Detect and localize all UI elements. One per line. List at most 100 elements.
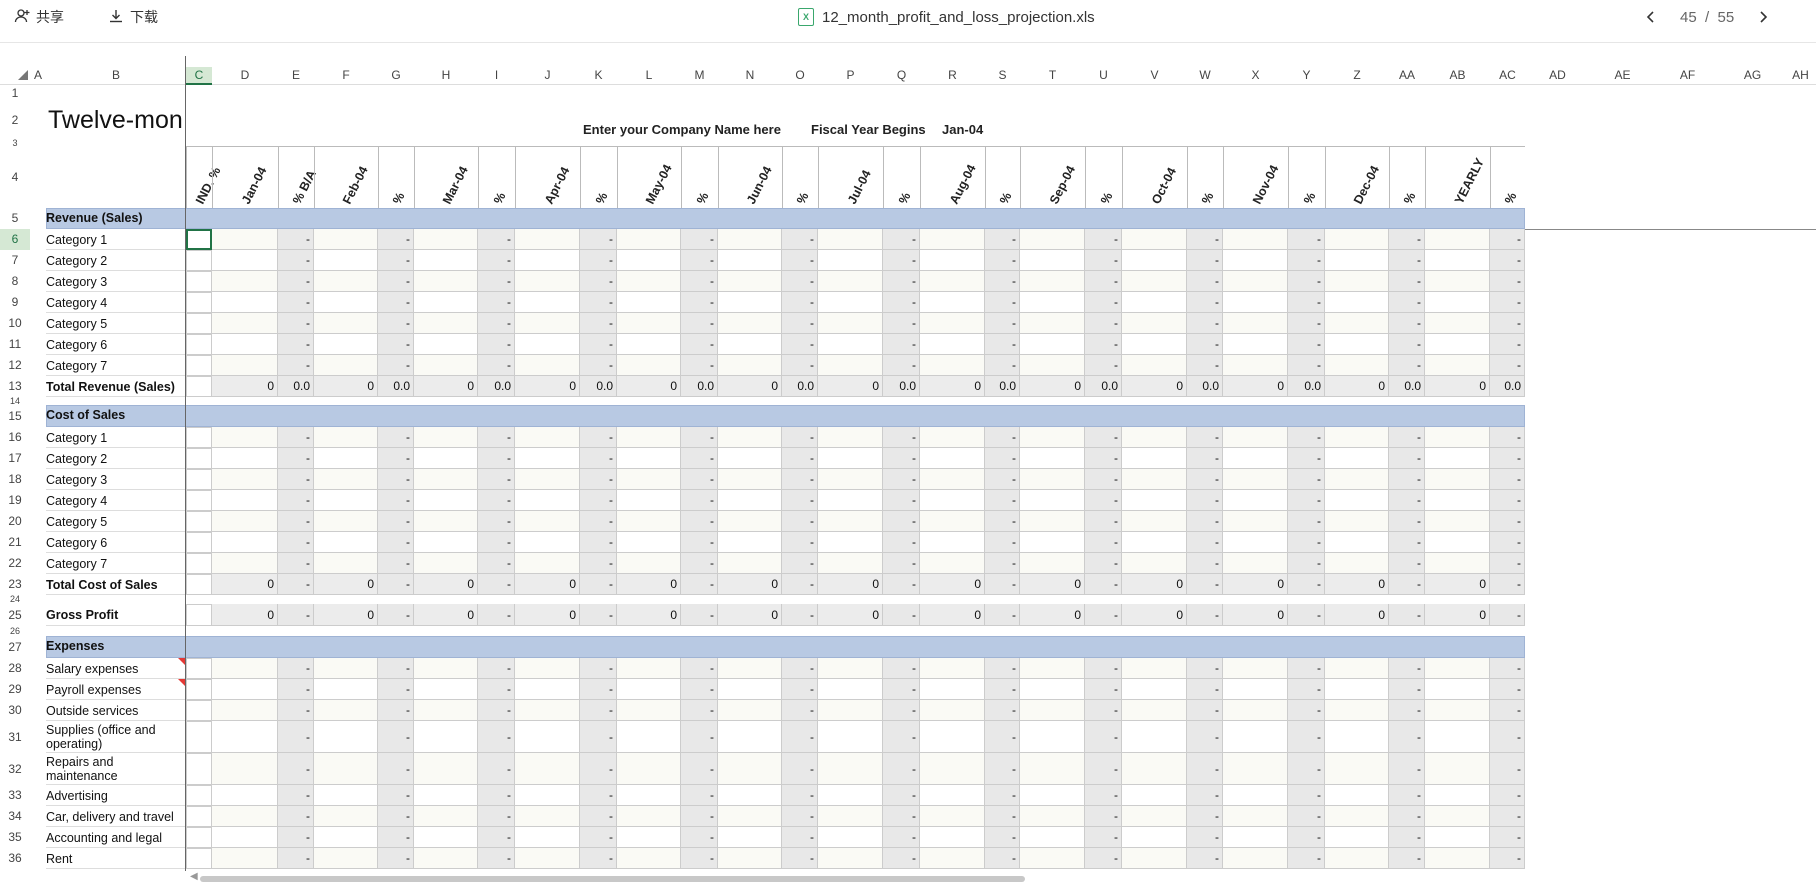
cell-N21[interactable] — [718, 532, 782, 553]
cell-Z32[interactable] — [1325, 753, 1389, 785]
cell-W33[interactable]: - — [1187, 785, 1223, 806]
column-header-AF[interactable]: AF — [1655, 67, 1720, 83]
cell-G32[interactable]: - — [378, 753, 414, 785]
cell-Q22[interactable]: - — [883, 553, 920, 574]
cell-M33[interactable]: - — [681, 785, 718, 806]
cell-N16[interactable] — [718, 427, 782, 448]
cell-G31[interactable]: - — [378, 721, 414, 753]
cell-AA9[interactable]: - — [1389, 292, 1425, 313]
cell-N31[interactable] — [718, 721, 782, 753]
cell-H21[interactable] — [414, 532, 478, 553]
cell-V33[interactable] — [1122, 785, 1187, 806]
cell-AB21[interactable] — [1425, 532, 1490, 553]
cell-L35[interactable] — [617, 827, 681, 848]
cell-D22[interactable] — [212, 553, 278, 574]
cell-Q19[interactable]: - — [883, 490, 920, 511]
cell-H28[interactable] — [414, 658, 478, 679]
cell-M22[interactable]: - — [681, 553, 718, 574]
cell-G29[interactable]: - — [378, 679, 414, 700]
cell-E7[interactable]: - — [278, 250, 314, 271]
cell-S22[interactable]: - — [985, 553, 1020, 574]
cell-V7[interactable] — [1122, 250, 1187, 271]
cell-N19[interactable] — [718, 490, 782, 511]
cell-W22[interactable]: - — [1187, 553, 1223, 574]
cell-AA29[interactable]: - — [1389, 679, 1425, 700]
cell-C12[interactable] — [186, 355, 212, 376]
cell-AB31[interactable] — [1425, 721, 1490, 753]
share-button[interactable]: 共享 — [14, 7, 64, 27]
row-header-29[interactable]: 29 — [0, 679, 30, 700]
cell-Z9[interactable] — [1325, 292, 1389, 313]
cell-K36[interactable]: - — [580, 848, 617, 869]
cell-Z23[interactable]: 0 — [1325, 574, 1389, 595]
cell-J21[interactable] — [515, 532, 580, 553]
cell-O31[interactable]: - — [782, 721, 818, 753]
cell-K31[interactable]: - — [580, 721, 617, 753]
cell-S17[interactable]: - — [985, 448, 1020, 469]
cell-K18[interactable]: - — [580, 469, 617, 490]
fiscal-year-value[interactable]: Jan-04 — [942, 122, 983, 137]
cell-C10[interactable] — [186, 313, 212, 334]
cell-D11[interactable] — [212, 334, 278, 355]
cell-X22[interactable] — [1223, 553, 1288, 574]
cell-D33[interactable] — [212, 785, 278, 806]
cell-P6[interactable] — [818, 229, 883, 250]
cell-C35[interactable] — [186, 827, 212, 848]
cell-J9[interactable] — [515, 292, 580, 313]
cell-J29[interactable] — [515, 679, 580, 700]
row-header-25[interactable]: 25 — [0, 604, 30, 626]
cell-R22[interactable] — [920, 553, 985, 574]
cell-T16[interactable] — [1020, 427, 1085, 448]
cell-Z29[interactable] — [1325, 679, 1389, 700]
cell-F9[interactable] — [314, 292, 378, 313]
cell-L13[interactable]: 0 — [617, 376, 681, 397]
cell-C19[interactable] — [186, 490, 212, 511]
cell-S28[interactable]: - — [985, 658, 1020, 679]
cell-D10[interactable] — [212, 313, 278, 334]
cell-AA32[interactable]: - — [1389, 753, 1425, 785]
scroll-left-icon[interactable]: ◀ — [190, 871, 198, 882]
row-header-12[interactable]: 12 — [0, 355, 30, 376]
cell-AA13[interactable]: 0.0 — [1389, 376, 1425, 397]
cell-M12[interactable]: - — [681, 355, 718, 376]
cell-E28[interactable]: - — [278, 658, 314, 679]
cell-T36[interactable] — [1020, 848, 1085, 869]
cell-J31[interactable] — [515, 721, 580, 753]
cell-I35[interactable]: - — [478, 827, 515, 848]
cell-X23[interactable]: 0 — [1223, 574, 1288, 595]
cell-K22[interactable]: - — [580, 553, 617, 574]
cell-J22[interactable] — [515, 553, 580, 574]
cell-R19[interactable] — [920, 490, 985, 511]
cell-Z12[interactable] — [1325, 355, 1389, 376]
cell-AC7[interactable]: - — [1490, 250, 1525, 271]
cell-AA18[interactable]: - — [1389, 469, 1425, 490]
cell-L32[interactable] — [617, 753, 681, 785]
cell-AB13[interactable]: 0 — [1425, 376, 1490, 397]
column-header-S[interactable]: S — [985, 67, 1020, 83]
cell-AB18[interactable] — [1425, 469, 1490, 490]
cell-S6[interactable]: - — [985, 229, 1020, 250]
cell-M10[interactable]: - — [681, 313, 718, 334]
cell-W30[interactable]: - — [1187, 700, 1223, 721]
cell-V36[interactable] — [1122, 848, 1187, 869]
cell-AB36[interactable] — [1425, 848, 1490, 869]
cell-Z22[interactable] — [1325, 553, 1389, 574]
cell-L12[interactable] — [617, 355, 681, 376]
cell-W28[interactable]: - — [1187, 658, 1223, 679]
cell-S9[interactable]: - — [985, 292, 1020, 313]
cell-H34[interactable] — [414, 806, 478, 827]
cell-F17[interactable] — [314, 448, 378, 469]
cell-AA20[interactable]: - — [1389, 511, 1425, 532]
cell-AA17[interactable]: - — [1389, 448, 1425, 469]
cell-X8[interactable] — [1223, 271, 1288, 292]
row-header-23[interactable]: 23 — [0, 574, 30, 595]
cell-N17[interactable] — [718, 448, 782, 469]
cell-L33[interactable] — [617, 785, 681, 806]
cell-AB17[interactable] — [1425, 448, 1490, 469]
cell-P20[interactable] — [818, 511, 883, 532]
cell-F8[interactable] — [314, 271, 378, 292]
cell-Y19[interactable]: - — [1288, 490, 1325, 511]
cell-O18[interactable]: - — [782, 469, 818, 490]
column-header-F[interactable]: F — [314, 67, 378, 83]
cell-M32[interactable]: - — [681, 753, 718, 785]
